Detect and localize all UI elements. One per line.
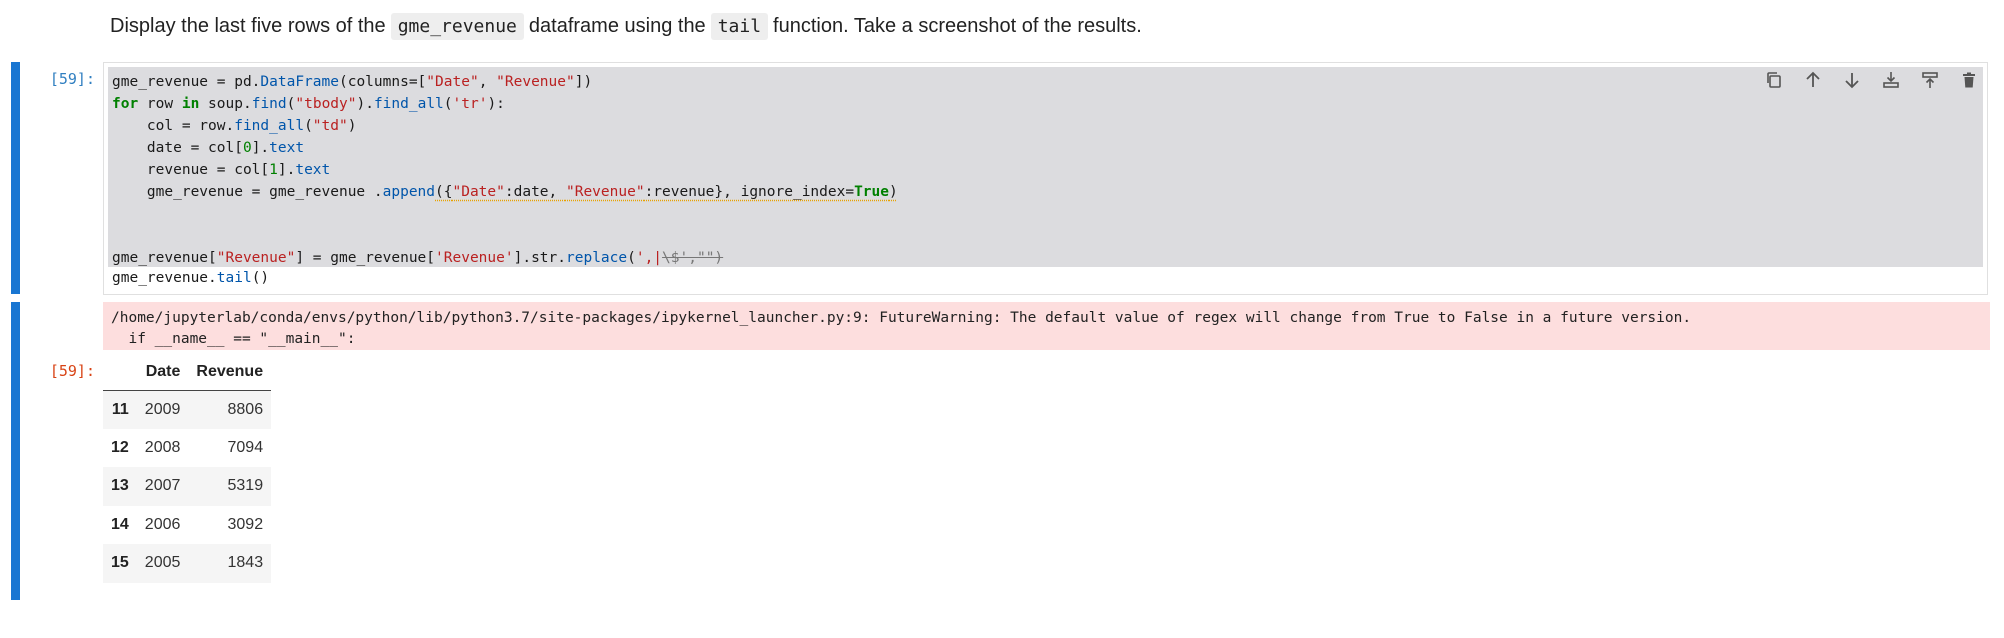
stderr-line: if __name__ == "__main__": [111, 331, 356, 347]
row-index: 12 [111, 438, 129, 456]
insert-below-icon[interactable] [1877, 66, 1905, 94]
stderr-line: /home/jupyterlab/conda/envs/python/lib/p… [111, 310, 1692, 326]
arrow-down-icon[interactable] [1838, 66, 1866, 94]
copy-icon[interactable] [1760, 66, 1788, 94]
code-line[interactable]: col = row.find_all("td") [112, 115, 357, 137]
insert-above-icon[interactable] [1916, 66, 1944, 94]
output-prompt: [59]: [49, 362, 95, 380]
markdown-text: Display the last five rows of the [110, 14, 386, 37]
table-row: 11 2009 8806 [103, 390, 272, 429]
cell-toolbar [1760, 66, 1983, 94]
code-editor-area[interactable]: gme_revenue = pd.DataFrame(columns=["Dat… [108, 67, 1983, 267]
code-line[interactable]: gme_revenue.tail() [112, 267, 269, 289]
table-row: 14 2006 3092 [103, 506, 271, 545]
row-index: 13 [111, 477, 129, 495]
code-line[interactable]: for row in soup.find("tbody").find_all('… [112, 93, 505, 115]
output-collapser[interactable] [11, 302, 20, 600]
markdown-text: function. Take a screenshot of the resul… [773, 14, 1142, 37]
dataframe-table: Date Revenue 11 2009 8806 12 2008 7094 1… [103, 354, 272, 583]
arrow-up-icon[interactable] [1799, 66, 1827, 94]
revenue-cell: 7094 [227, 438, 264, 456]
input-prompt: [59]: [49, 70, 95, 88]
table-header-row: Date Revenue [103, 354, 272, 391]
revenue-cell: 5319 [227, 477, 264, 495]
code-line[interactable]: gme_revenue = pd.DataFrame(columns=["Dat… [112, 71, 592, 93]
code-line[interactable]: gme_revenue["Revenue"] = gme_revenue['Re… [112, 247, 723, 269]
date-cell: 2006 [144, 515, 181, 533]
row-index: 11 [111, 400, 129, 418]
row-index: 14 [111, 515, 129, 533]
column-header: Date [136, 354, 189, 391]
input-collapser[interactable] [11, 62, 20, 294]
revenue-cell: 3092 [227, 515, 264, 533]
inline-code: gme_revenue [390, 12, 524, 40]
table-row: 12 2008 7094 [103, 429, 271, 468]
date-cell: 2005 [144, 554, 181, 572]
code-line[interactable]: date = col[0].text [112, 137, 304, 159]
date-cell: 2007 [144, 477, 181, 495]
table-row: 15 2005 1843 [103, 544, 272, 583]
code-line[interactable]: revenue = col[1].text [112, 159, 330, 181]
revenue-cell: 1843 [227, 554, 264, 572]
code-line[interactable]: gme_revenue = gme_revenue .append({"Date… [112, 181, 898, 203]
markdown-text: dataframe using the [528, 14, 706, 37]
date-cell: 2009 [144, 400, 181, 418]
table-row: 13 2007 5319 [103, 467, 272, 506]
stderr-output: /home/jupyterlab/conda/envs/python/lib/p… [103, 302, 1990, 350]
code-editor-area-tail[interactable]: gme_revenue.tail() [108, 267, 1983, 291]
revenue-cell: 8806 [227, 400, 264, 418]
markdown-cell: Display the last five rows of the gme_re… [110, 8, 1142, 44]
date-cell: 2008 [144, 438, 181, 456]
column-header: Revenue [188, 354, 272, 391]
code-cell-editor[interactable]: gme_revenue = pd.DataFrame(columns=["Dat… [103, 62, 1988, 295]
inline-code: tail [710, 12, 769, 40]
delete-icon[interactable] [1955, 66, 1983, 94]
row-index: 15 [111, 554, 129, 572]
index-header [103, 354, 137, 391]
